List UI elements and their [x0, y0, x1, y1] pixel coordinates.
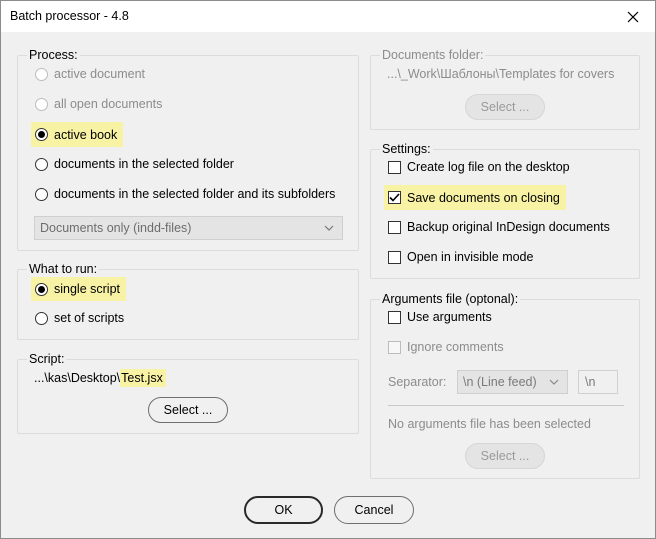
separator-select[interactable]: \n (Line feed) — [457, 370, 568, 394]
checkbox-use-arguments[interactable]: Use arguments — [388, 306, 492, 328]
checkbox-label: Save documents on closing — [407, 190, 560, 205]
process-group-title: Process: — [27, 48, 80, 62]
radio-active-document[interactable]: active document — [35, 63, 145, 85]
separator-custom-input[interactable]: \n — [578, 370, 618, 394]
separator-value: \n (Line feed) — [463, 375, 537, 389]
close-icon — [627, 11, 639, 22]
what-to-run-title: What to run: — [27, 262, 100, 276]
radio-button — [35, 157, 48, 171]
script-group-title: Script: — [27, 352, 67, 366]
checkbox-checked — [388, 191, 401, 204]
radio-selected-folder[interactable]: documents in the selected folder — [35, 153, 234, 175]
checkbox-label: Ignore comments — [407, 340, 504, 354]
radio-button — [35, 97, 48, 111]
radio-button — [35, 67, 48, 81]
checkbox-label: Use arguments — [407, 310, 492, 324]
checkbox — [388, 310, 401, 324]
script-path-prefix: ...\kas\Desktop\ — [34, 371, 121, 385]
radio-label: documents in the selected folder — [54, 157, 234, 171]
checkbox-backup-original[interactable]: Backup original InDesign documents — [388, 216, 610, 238]
arguments-status: No arguments file has been selected — [388, 417, 591, 431]
checkbox-ignore-comments[interactable]: Ignore comments — [388, 336, 504, 358]
script-path: ...\kas\Desktop\ Test.jsx — [34, 367, 166, 389]
checkbox-invisible-mode[interactable]: Open in invisible mode — [388, 246, 533, 268]
radio-label: active book — [54, 127, 118, 142]
button-label: Cancel — [354, 503, 394, 517]
checkbox — [388, 160, 401, 174]
checkbox-label: Backup original InDesign documents — [407, 220, 610, 234]
button-label: Select ... — [480, 449, 530, 463]
settings-title: Settings: — [380, 142, 433, 156]
radio-label: documents in the selected folder and its… — [54, 187, 336, 201]
document-filter-select[interactable]: Documents only (indd-files) — [34, 216, 343, 240]
checkbox — [388, 220, 401, 234]
button-label: OK — [274, 503, 293, 517]
checkbox-label: Create log file on the desktop — [407, 160, 570, 174]
radio-button — [35, 311, 48, 325]
window-title: Batch processor - 4.8 — [10, 9, 129, 23]
checkbox — [388, 250, 401, 264]
checkbox — [388, 340, 401, 354]
separator-label: Separator: — [388, 375, 447, 389]
script-path-file: Test.jsx — [120, 369, 166, 387]
radio-label: active document — [54, 67, 146, 81]
checkbox-create-log[interactable]: Create log file on the desktop — [388, 156, 570, 178]
radio-label: all open documents — [54, 97, 163, 111]
title-bar[interactable]: Batch processor - 4.8 — [1, 1, 655, 32]
arguments-select-button[interactable]: Select ... — [465, 443, 545, 469]
separator-custom-value: \n — [585, 375, 596, 389]
chevron-down-icon — [549, 379, 559, 385]
radio-label: set of scripts — [54, 311, 125, 325]
radio-single-script[interactable]: single script — [31, 277, 126, 301]
script-select-button[interactable]: Select ... — [148, 397, 228, 423]
batch-processor-dialog: Batch processor - 4.8 Process: active do… — [0, 0, 656, 539]
button-label: Select ... — [163, 403, 213, 417]
radio-button-selected — [35, 128, 48, 141]
arguments-title: Arguments file (optonal): — [380, 292, 521, 306]
button-label: Select ... — [480, 100, 530, 114]
cancel-button[interactable]: Cancel — [334, 496, 414, 524]
radio-active-book[interactable]: active book — [31, 122, 124, 147]
close-button[interactable] — [611, 1, 655, 32]
checkbox-label: Open in invisible mode — [407, 250, 534, 264]
radio-set-of-scripts[interactable]: set of scripts — [35, 307, 124, 329]
divider — [388, 405, 624, 406]
ok-button[interactable]: OK — [244, 496, 323, 524]
checkmark-icon — [389, 193, 400, 202]
radio-button-selected — [35, 282, 48, 296]
document-filter-value: Documents only (indd-files) — [40, 221, 192, 235]
documents-folder-title: Documents folder: — [380, 48, 486, 62]
radio-all-open-documents[interactable]: all open documents — [35, 93, 162, 115]
checkbox-save-on-closing[interactable]: Save documents on closing — [384, 185, 566, 210]
radio-selected-folder-subfolders[interactable]: documents in the selected folder and its… — [35, 183, 335, 205]
radio-button — [35, 187, 48, 201]
documents-folder-select-button[interactable]: Select ... — [465, 94, 545, 120]
radio-label: single script — [54, 282, 120, 296]
documents-folder-path: ...\_Work\Шаблоны\Templates for covers — [387, 67, 615, 81]
chevron-down-icon — [324, 225, 334, 231]
